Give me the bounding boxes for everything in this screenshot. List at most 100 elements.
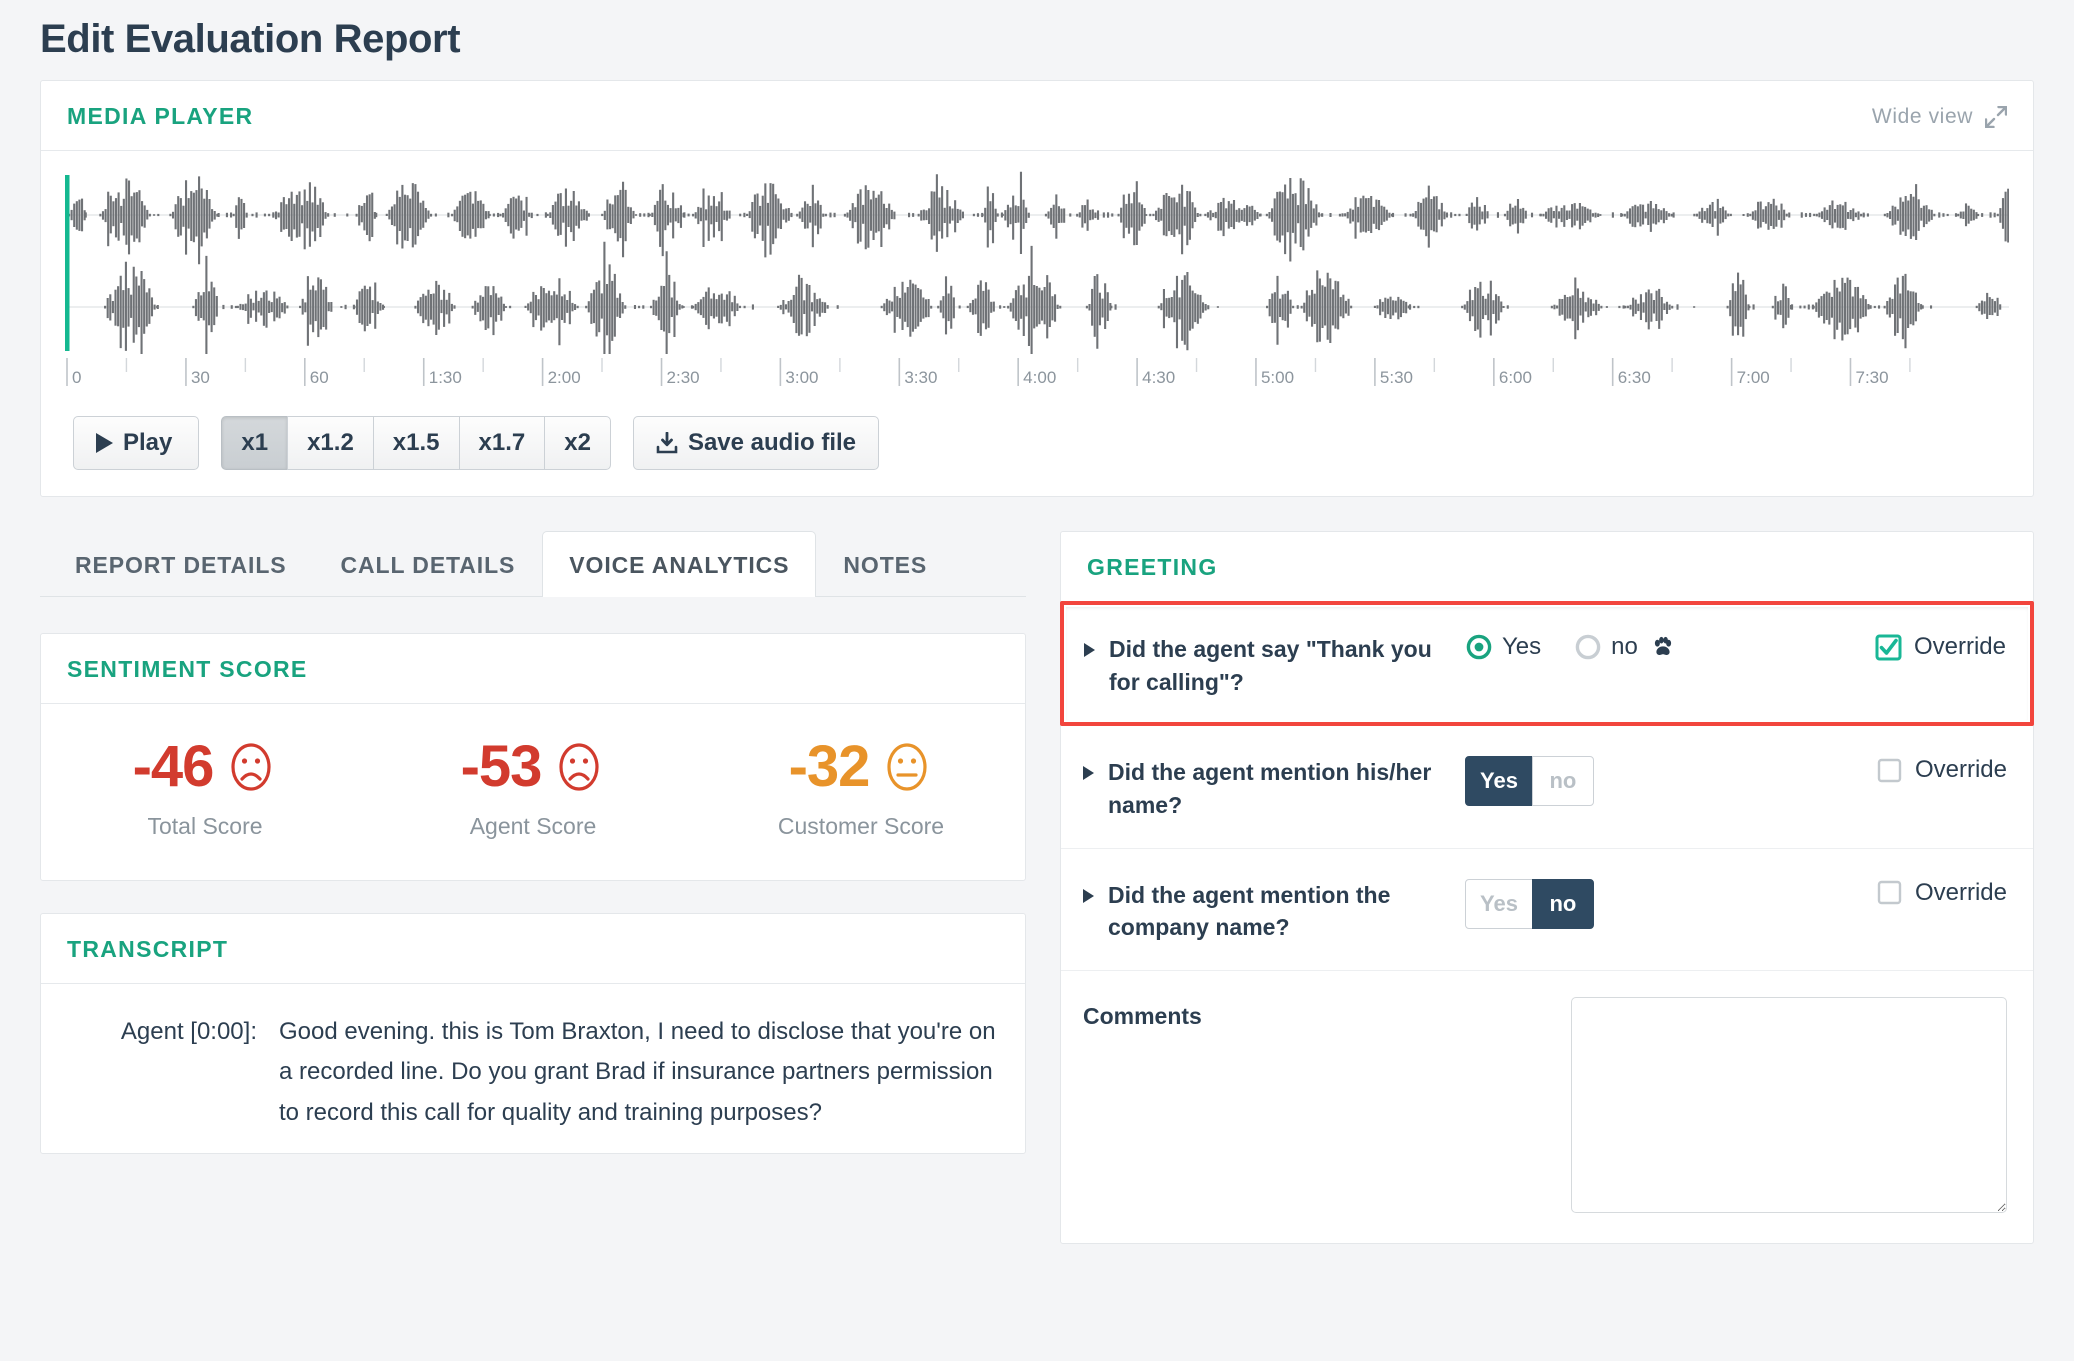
save-audio-file-button[interactable]: Save audio file (632, 416, 879, 470)
transcript-header: TRANSCRIPT (41, 914, 1025, 984)
play-label: Play (123, 429, 173, 456)
override-checkbox-greeting-3[interactable]: Override (1876, 879, 2007, 907)
playback-controls: Play x1 x1.2 x1.5 x1.7 x2 Save audio fil… (65, 416, 2009, 470)
sentiment-score-card: SENTIMENT SCORE -46 Total Score -53 Agen… (40, 633, 1026, 881)
svg-text:2:00: 2:00 (548, 368, 581, 387)
transcript-card: TRANSCRIPT Agent [0:00]: Good evening. t… (40, 913, 1026, 1154)
override-label: Override (1913, 633, 2006, 660)
transcript-body: Agent [0:00]: Good evening. this is Tom … (41, 984, 1025, 1153)
override-checkbox-greeting-2[interactable]: Override (1876, 756, 2007, 784)
speed-x1.2-button[interactable]: x1.2 (287, 416, 374, 470)
transcript-speaker: Agent [0:00]: (120, 1018, 257, 1045)
expand-caret-icon[interactable] (1083, 888, 1094, 903)
override-label: Override (1914, 878, 2007, 906)
score-agent: -53 Agent Score (369, 738, 697, 840)
greeting-card: GREETING Did the agent say "Thank you fo… (1060, 531, 2034, 1244)
transcript-title: TRANSCRIPT (67, 936, 229, 962)
timeline-svg: 0 30 60 1:30 2:00 2:30 3:00 3:30 4:00 4:30 5:00 5:3… (66, 358, 1911, 387)
svg-text:4:30: 4:30 (1142, 368, 1175, 387)
question-row-greeting-1: Did the agent say "Thank you for calling… (1060, 601, 2034, 727)
paw-icon (1652, 636, 1674, 658)
neutral-icon (881, 741, 933, 793)
comments-textarea[interactable] (1571, 996, 2007, 1213)
speed-button-group: x1 x1.2 x1.5 x1.7 x2 (221, 416, 611, 470)
play-triangle-icon (96, 433, 113, 453)
svg-text:1:30: 1:30 (429, 368, 462, 387)
waveform-timeline[interactable]: 0 30 60 1:30 2:00 2:30 3:00 3:30 4:00 4:30 5:00 5:3… (65, 356, 2009, 396)
tab-report-details[interactable]: REPORT DETAILS (48, 531, 314, 597)
greeting-header: GREETING (1061, 532, 2033, 602)
frown-icon (225, 741, 277, 793)
speed-x2-button[interactable]: x2 (544, 416, 611, 470)
svg-text:3:00: 3:00 (785, 368, 818, 387)
svg-text:6:30: 6:30 (1618, 368, 1651, 387)
waveform-svg (65, 171, 2009, 354)
sentiment-scores: -46 Total Score -53 Agent Score -32 Cust… (41, 704, 1025, 880)
question-text: Did the agent mention the company name? (1108, 881, 1391, 941)
expand-arrows-icon (1984, 105, 2008, 128)
save-audio-file-label: Save audio file (687, 429, 856, 456)
expand-caret-icon[interactable] (1083, 766, 1094, 781)
speed-x1.7-button[interactable]: x1.7 (458, 416, 546, 470)
question-row-greeting-3: Did the agent mention the company name? … (1061, 849, 2033, 971)
svg-text:5:00: 5:00 (1261, 368, 1294, 387)
play-button[interactable]: Play (73, 416, 200, 470)
radio-option-yes-label: Yes (1502, 633, 1542, 660)
svg-text:30: 30 (191, 368, 210, 387)
svg-text:3:30: 3:30 (904, 368, 937, 387)
svg-text:6:00: 6:00 (1499, 368, 1532, 387)
question-text: Did the agent mention his/her name? (1108, 759, 1432, 818)
transcript-text: Good evening. this is Tom Braxton, I nee… (279, 1018, 996, 1126)
media-player-body: 0 30 60 1:30 2:00 2:30 3:00 3:30 4:00 4:30 5:00 5:3… (41, 151, 2033, 496)
score-customer-value: -32 (788, 734, 871, 799)
tab-notes[interactable]: NOTES (816, 531, 954, 597)
tab-call-details[interactable]: CALL DETAILS (314, 531, 543, 597)
radio-option-no[interactable]: no (1575, 633, 1674, 661)
svg-text:7:30: 7:30 (1855, 368, 1888, 387)
score-total: -46 Total Score (41, 738, 369, 840)
score-agent-value: -53 (460, 734, 543, 799)
tab-voice-analytics[interactable]: VOICE ANALYTICS (542, 531, 817, 597)
waveform[interactable] (65, 169, 2009, 354)
toggle-no-button[interactable]: no (1531, 756, 1594, 807)
right-column: GREETING Did the agent say "Thank you fo… (1060, 531, 2034, 1244)
override-checkbox-greeting-1[interactable]: Override (1875, 633, 2006, 661)
checkbox-checked-icon (1875, 634, 1902, 661)
svg-text:2:30: 2:30 (667, 368, 700, 387)
answer-toggle-group: Yes no (1465, 875, 1765, 929)
expand-caret-icon[interactable] (1084, 643, 1095, 657)
svg-text:60: 60 (310, 368, 329, 387)
tab-bar: REPORT DETAILS CALL DETAILS VOICE ANALYT… (40, 531, 1026, 597)
comments-row: Comments (1061, 971, 2033, 1243)
greeting-title: GREETING (1087, 554, 1218, 580)
score-total-label: Total Score (147, 813, 263, 839)
wide-view-label: Wide view (1871, 104, 1973, 128)
toggle-yes-button[interactable]: Yes (1465, 878, 1533, 929)
radio-option-yes[interactable]: Yes (1466, 633, 1541, 661)
sentiment-header: SENTIMENT SCORE (41, 634, 1025, 704)
page-title: Edit Evaluation Report (40, 17, 461, 61)
radio-selected-icon (1466, 634, 1492, 660)
radio-option-no-label: no (1611, 633, 1638, 660)
override-label: Override (1914, 756, 2007, 784)
speed-x1.5-button[interactable]: x1.5 (372, 416, 460, 470)
svg-text:4:00: 4:00 (1023, 368, 1056, 387)
media-player-header: MEDIA PLAYER Wide view (41, 81, 2033, 151)
score-agent-label: Agent Score (469, 813, 597, 839)
question-row-greeting-2: Did the agent mention his/her name? Yes … (1061, 726, 2033, 849)
frown-icon (553, 741, 605, 793)
left-column: REPORT DETAILS CALL DETAILS VOICE ANALYT… (40, 531, 1026, 1154)
transcript-line: Agent [0:00]: Good evening. this is Tom … (67, 1012, 999, 1133)
question-text: Did the agent say "Thank you for calling… (1109, 636, 1432, 695)
svg-text:0: 0 (72, 368, 81, 387)
score-customer-label: Customer Score (777, 813, 945, 839)
checkbox-unchecked-icon (1876, 879, 1903, 906)
score-customer: -32 Customer Score (697, 738, 1025, 840)
toggle-no-button[interactable]: no (1531, 878, 1594, 929)
sentiment-title: SENTIMENT SCORE (67, 656, 308, 682)
toggle-yes-button[interactable]: Yes (1465, 756, 1533, 807)
wide-view-toggle[interactable]: Wide view (1871, 104, 2008, 129)
svg-text:7:00: 7:00 (1737, 368, 1770, 387)
radio-unselected-icon (1575, 634, 1601, 660)
speed-x1-button[interactable]: x1 (221, 416, 289, 470)
